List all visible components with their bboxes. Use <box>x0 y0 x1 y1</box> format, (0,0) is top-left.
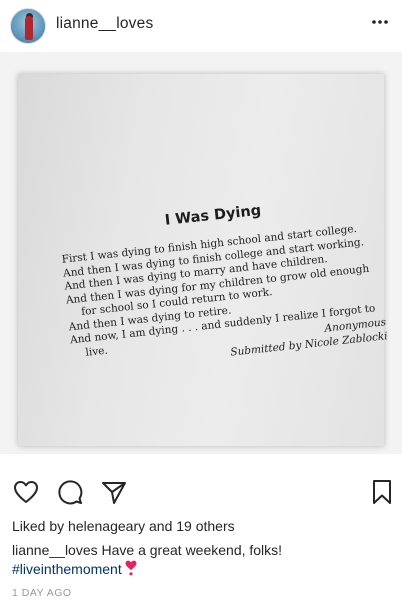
likes-summary[interactable]: Liked by helenageary and 19 others <box>12 518 235 534</box>
post-header: lianne__loves <box>0 0 402 52</box>
heart-icon[interactable] <box>12 478 40 506</box>
bookmark-icon[interactable] <box>368 478 396 506</box>
avatar[interactable] <box>10 8 46 44</box>
heart-exclamation-icon <box>125 560 137 581</box>
likes-others-count[interactable]: 19 others <box>176 518 234 534</box>
caption: lianne__loves Have a great weekend, folk… <box>12 541 392 581</box>
action-bar <box>0 470 402 510</box>
likes-middle: and <box>145 518 176 534</box>
caption-text: Have a great weekend, folks! <box>98 542 282 558</box>
liked-by-user[interactable]: helenageary <box>68 518 145 534</box>
caption-username[interactable]: lianne__loves <box>12 542 98 558</box>
book-page: I Was Dying First I was dying to finish … <box>18 74 384 446</box>
likes-prefix: Liked by <box>12 518 68 534</box>
post-image[interactable]: I Was Dying First I was dying to finish … <box>0 52 402 454</box>
more-horizontal-icon[interactable] <box>370 12 390 32</box>
comment-icon[interactable] <box>56 478 84 506</box>
avatar-figure-body <box>25 16 33 40</box>
post-timestamp: 1 DAY AGO <box>12 587 72 599</box>
caption-hashtag[interactable]: #liveinthemoment <box>12 561 122 577</box>
send-icon[interactable] <box>100 478 128 506</box>
poem: I Was Dying First I was dying to finish … <box>58 188 402 376</box>
username[interactable]: lianne__loves <box>56 15 153 33</box>
